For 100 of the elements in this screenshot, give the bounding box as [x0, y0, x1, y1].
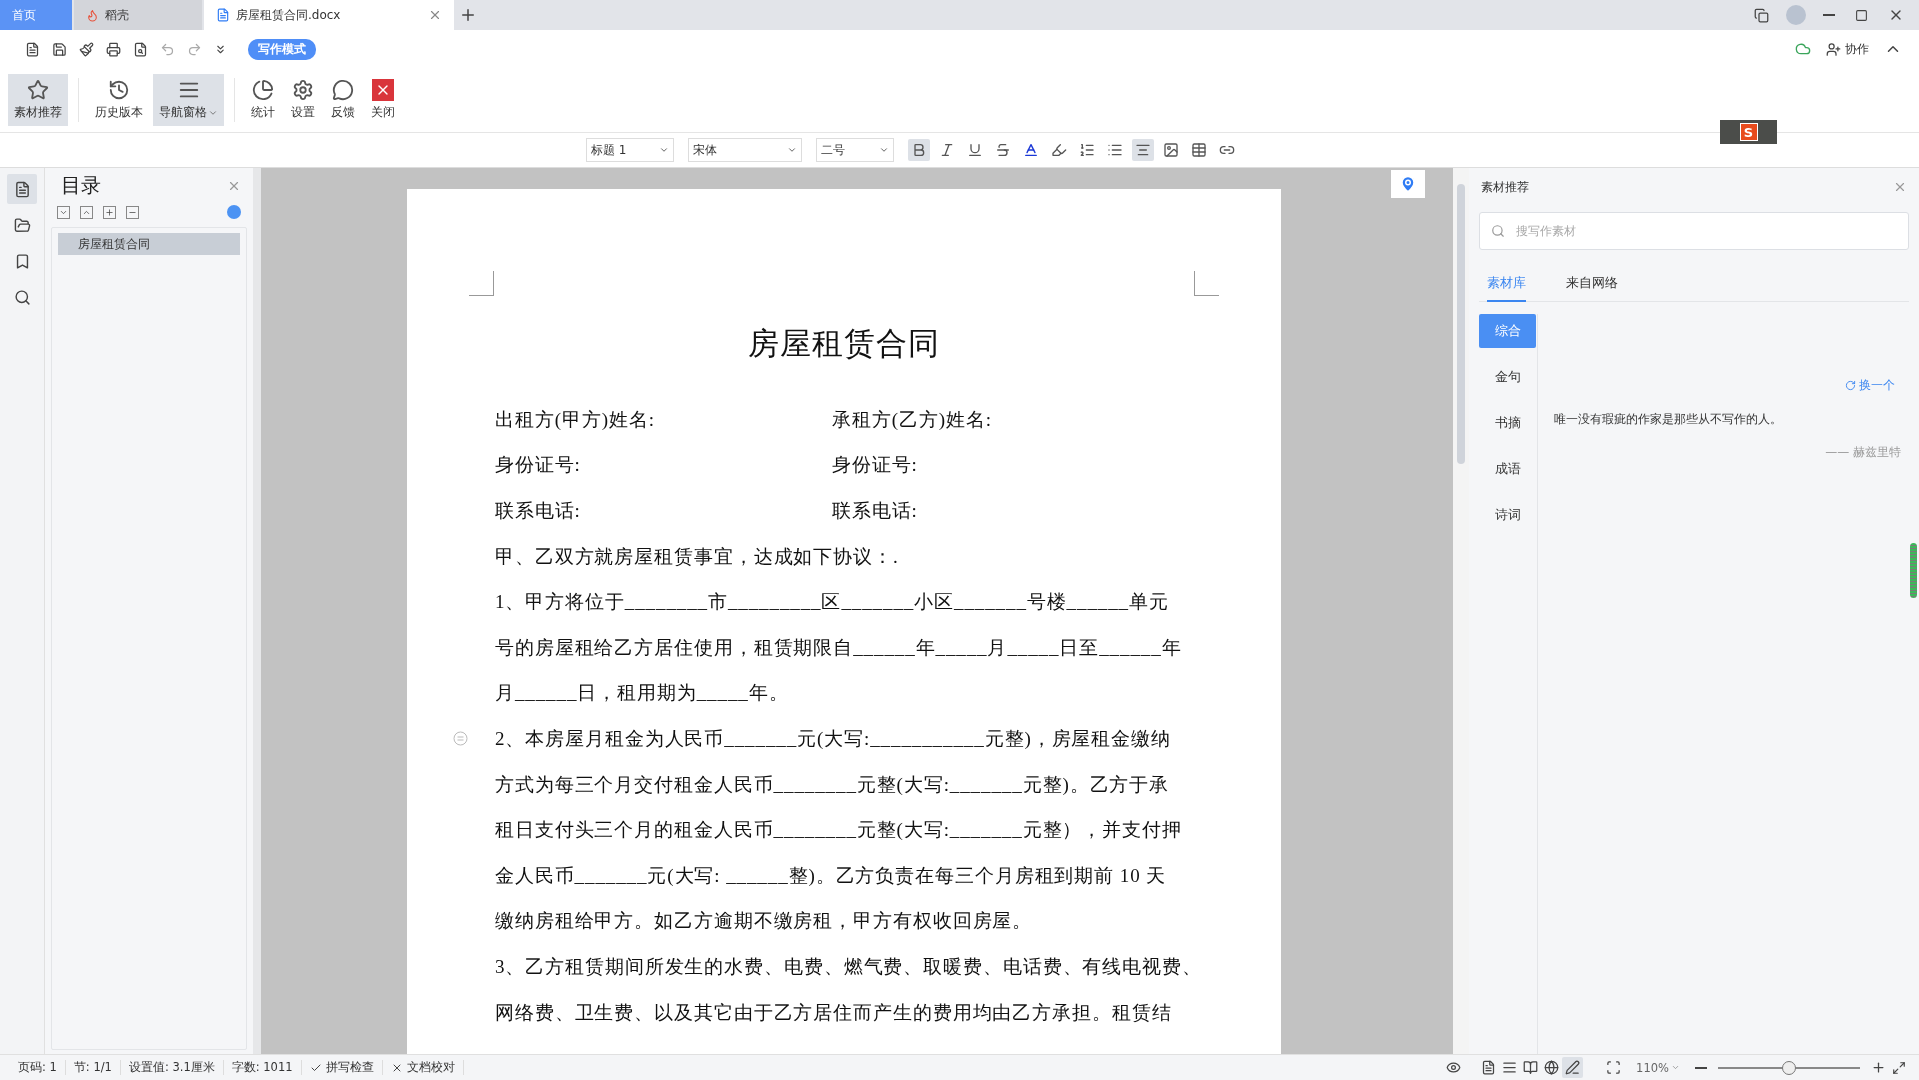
- category-item[interactable]: 诗词: [1479, 498, 1536, 532]
- expand-button[interactable]: [57, 205, 70, 219]
- zoom-dropdown[interactable]: 110%: [1630, 1059, 1686, 1076]
- expand-icon: [1892, 1060, 1906, 1075]
- location-button[interactable]: [1391, 170, 1425, 198]
- panel-tab[interactable]: 来自网络: [1566, 266, 1618, 302]
- minimize-icon: [1823, 14, 1835, 16]
- list-icon: [1502, 1060, 1518, 1075]
- status-text: 节: 1/1: [65, 1060, 121, 1075]
- field-label: 联系电话:: [832, 499, 918, 523]
- refresh-icon: [1845, 380, 1856, 391]
- caret-icon: [879, 145, 889, 155]
- align-center-button[interactable]: [1132, 139, 1154, 161]
- restore-icon: [1855, 8, 1868, 22]
- plus-icon: [105, 207, 114, 217]
- bold-button[interactable]: [908, 139, 930, 161]
- add-button[interactable]: [103, 205, 116, 219]
- table-icon: [1191, 142, 1207, 158]
- font-dropdown[interactable]: 宋体: [688, 138, 802, 162]
- file-icon: [25, 41, 40, 57]
- cloud-icon: [1795, 41, 1811, 57]
- status-text: 设置值: 3.1厘米: [120, 1060, 224, 1075]
- field-label: 出租方(甲方)姓名:: [495, 407, 656, 432]
- category-item[interactable]: 成语: [1479, 452, 1536, 486]
- text-line: 1、甲方将位于________市_________区_______小区_______号楼______单元: [495, 590, 1169, 615]
- document-tab[interactable]: 稻壳: [74, 0, 202, 30]
- text-line: 网络费、卫生费、以及其它由于乙方居住而产生的费用均由乙方承担。租赁结: [495, 1000, 1172, 1025]
- caret-icon: [659, 145, 669, 155]
- refresh-link[interactable]: 换一个: [1839, 376, 1901, 395]
- ribbon-button[interactable]: 导航窗格: [153, 74, 224, 126]
- ribbon-button[interactable]: 关闭: [365, 74, 401, 126]
- plus-icon: [1871, 1060, 1886, 1075]
- outline-item[interactable]: 房屋租赁合同: [58, 233, 240, 255]
- chat-bubble-icon: [332, 79, 354, 101]
- search-field[interactable]: 搜写作素材: [1479, 212, 1909, 250]
- text-line: 方式为每三个月交付租金人民币________元整(大写:_______元整)。乙方于承: [495, 772, 1170, 797]
- document-tab[interactable]: 房屋租赁合同.docx: [204, 0, 454, 30]
- ribbon-button[interactable]: 统计: [245, 74, 281, 126]
- ribbon-button[interactable]: 设置: [285, 74, 321, 126]
- outline-icon: [13, 180, 31, 198]
- level-indicator-icon: [1910, 543, 1917, 598]
- font-color-icon: [1023, 142, 1039, 158]
- field-label: 承租方(乙方)姓名:: [832, 407, 992, 432]
- numbered-list-icon: [1079, 142, 1095, 158]
- italic-icon: [939, 142, 955, 158]
- text-line: 金人民币_______元(大写: ______整)。乙方负责在每三个月房租到期前 10 天: [495, 863, 1167, 888]
- spell-check-button[interactable]: 拼写检查: [301, 1060, 383, 1075]
- field-label: 身份证号:: [495, 453, 582, 478]
- crop-mark: [469, 271, 494, 296]
- text-line: 3、乙方租赁期间所发生的水费、电费、燃气费、取暖费、电话费、有线电视费、: [495, 954, 1202, 979]
- bullet-list-icon: [1107, 142, 1123, 158]
- page-icon: [1481, 1060, 1497, 1075]
- close-icon[interactable]: [1893, 180, 1907, 194]
- caret-icon: [787, 145, 797, 155]
- document-icon: [216, 8, 230, 22]
- close-icon: [428, 8, 442, 22]
- redo-icon: [187, 41, 202, 57]
- scrollbar[interactable]: [1453, 168, 1469, 1054]
- settings-icon: [292, 79, 314, 101]
- status-text: 字数: 1011: [223, 1060, 302, 1075]
- globe-icon: [1544, 1060, 1560, 1075]
- text-line: 租日支付头三个月的租金人民币________元整(大写:_______元整），并支付押: [495, 818, 1182, 843]
- image-icon: [1163, 142, 1179, 158]
- save-icon: [52, 41, 67, 57]
- field-label: 身份证号:: [832, 453, 918, 478]
- paintbrush-icon: [79, 41, 94, 57]
- crop-mark: [1194, 271, 1219, 296]
- slider-thumb[interactable]: [1782, 1060, 1796, 1075]
- category-item[interactable]: 书摘: [1479, 406, 1536, 440]
- panel-title: 素材推荐: [1481, 178, 1529, 196]
- add-user-icon: [1826, 41, 1841, 57]
- minimize-button[interactable]: [1820, 11, 1838, 19]
- font-size-dropdown[interactable]: 二号: [816, 138, 894, 162]
- pie-chart-icon: [252, 79, 274, 101]
- input-method-toolbar[interactable]: S: [1720, 120, 1777, 144]
- style-dropdown[interactable]: 标题 1: [586, 138, 674, 162]
- eye-icon: [1446, 1060, 1462, 1075]
- writing-view-button[interactable]: [1562, 1057, 1584, 1078]
- ribbon-button[interactable]: 反馈: [325, 74, 361, 126]
- collaborate-button[interactable]: 协作: [1820, 39, 1875, 59]
- highlighter-icon: [1051, 142, 1067, 158]
- windows-icon: [1754, 7, 1769, 23]
- undo-icon: [160, 41, 175, 57]
- plus-icon: [459, 6, 477, 24]
- preview-icon: [133, 41, 148, 57]
- toggle-icon[interactable]: [227, 205, 241, 219]
- book-icon: [1523, 1060, 1539, 1075]
- outline-button[interactable]: [7, 174, 37, 204]
- category-item[interactable]: 金句: [1479, 360, 1536, 394]
- ribbon-button[interactable]: 历史版本: [89, 74, 149, 126]
- collapse-button[interactable]: [80, 205, 93, 219]
- text-line: 甲、乙双方就房屋租赁事宜，达成如下协议：.: [495, 544, 899, 569]
- close-icon: [372, 79, 394, 101]
- minus-icon: [1695, 1066, 1707, 1069]
- remove-button[interactable]: [126, 205, 139, 219]
- paragraph-marker-icon[interactable]: [453, 731, 468, 747]
- printer-icon: [106, 41, 121, 57]
- ribbon-button[interactable]: 素材推荐: [8, 74, 68, 126]
- proofread-button[interactable]: 文档校对: [382, 1060, 464, 1075]
- text-line: 缴纳房租给甲方。如乙方逾期不缴房租，甲方有权收回房屋。: [495, 909, 1033, 934]
